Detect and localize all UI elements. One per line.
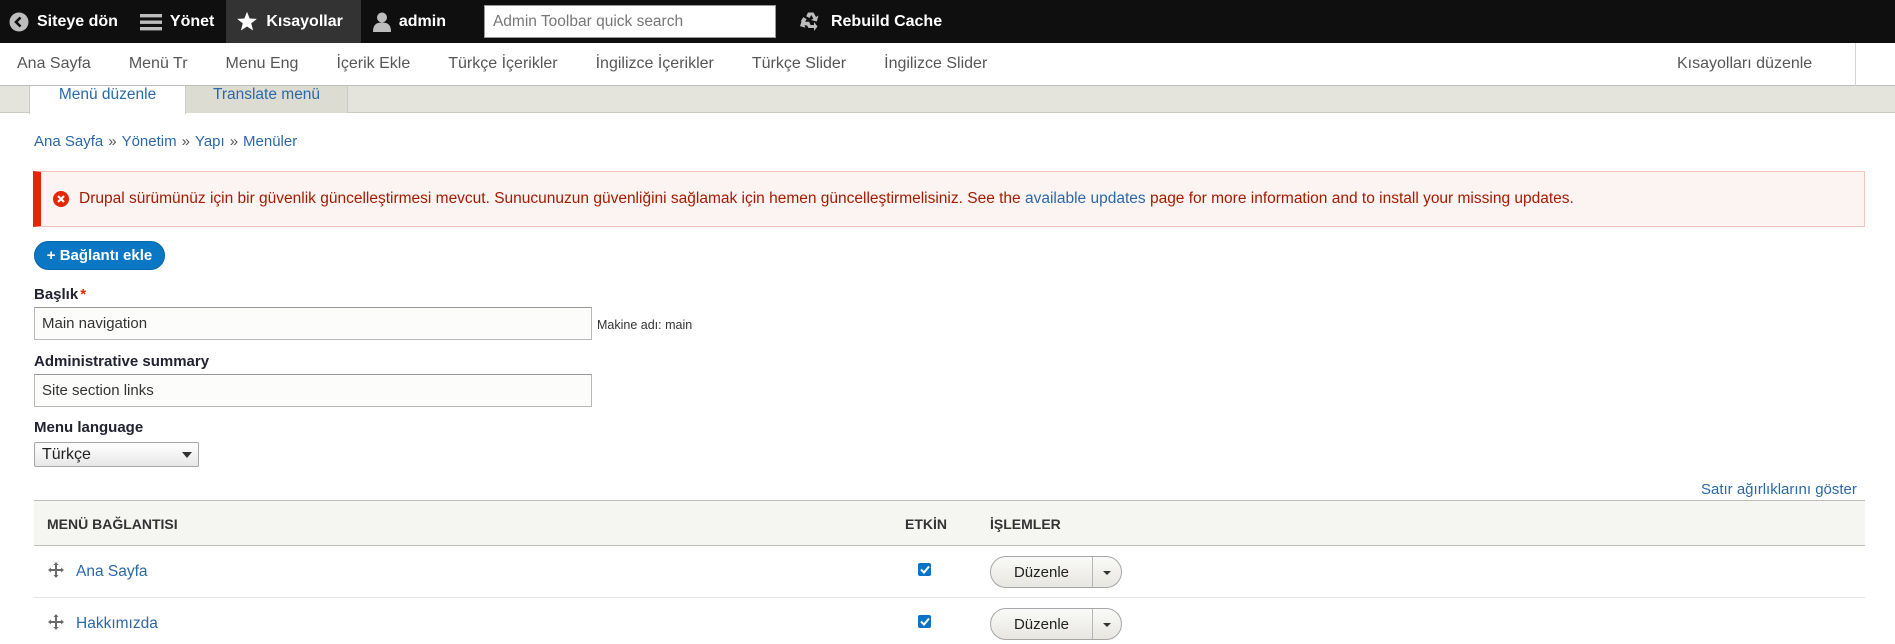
- shortcut-ingilizce-slider[interactable]: İngilizce Slider: [884, 55, 987, 73]
- menu-links-table: MENÜ BAĞLANTISI ETKİN İŞLEMLER Ana Sayfa…: [34, 500, 1865, 644]
- language-select[interactable]: Türkçe: [34, 442, 199, 467]
- shortcut-ingilizce-icerikler[interactable]: İngilizce İçerikler: [596, 55, 714, 73]
- error-message: Drupal sürümünüz için bir güvenlik günce…: [33, 171, 1865, 227]
- language-select-value: Türkçe: [42, 445, 91, 463]
- shortcut-icerik-ekle[interactable]: İçerik Ekle: [336, 55, 410, 73]
- shortcuts-label: Kısayollar: [266, 12, 343, 30]
- breadcrumb-home[interactable]: Ana Sayfa: [34, 133, 103, 150]
- tab-edit-menu[interactable]: Menü düzenle: [29, 86, 186, 114]
- breadcrumb-separator: »: [181, 133, 190, 150]
- menu-link-title[interactable]: Hakkımızda: [76, 615, 158, 633]
- dropbutton-toggle[interactable]: [1093, 609, 1121, 639]
- summary-input[interactable]: [34, 374, 592, 407]
- available-updates-link[interactable]: available updates: [1025, 190, 1146, 207]
- add-link-button[interactable]: + Bağlantı ekle: [34, 241, 165, 270]
- machine-name: Makine adı: main: [597, 318, 693, 332]
- back-to-site-label: Siteye dön: [37, 12, 118, 30]
- admin-toolbar: Siteye dön Yönet Kısayollar admin Rebuil…: [0, 0, 1895, 43]
- shortcut-menu-eng[interactable]: Menu Eng: [226, 55, 299, 73]
- error-message-text: Drupal sürümünüz için bir güvenlik günce…: [79, 190, 1574, 208]
- dropbutton-toggle[interactable]: [1093, 557, 1121, 587]
- enabled-checkbox[interactable]: [918, 563, 931, 576]
- language-label: Menu language: [34, 419, 144, 436]
- edit-shortcuts-link[interactable]: Kısayolları düzenle: [1677, 55, 1812, 73]
- title-label-text: Başlık: [34, 286, 79, 303]
- hamburger-icon: [139, 13, 162, 30]
- breadcrumb-separator: »: [108, 133, 117, 150]
- user-icon: [372, 12, 391, 32]
- shortcuts-button[interactable]: Kısayollar: [226, 0, 361, 43]
- breadcrumb-separator: »: [229, 133, 239, 150]
- edit-button[interactable]: Düzenle: [991, 609, 1093, 639]
- checkmark-icon: [919, 617, 930, 626]
- operations-dropbutton: Düzenle: [990, 608, 1122, 640]
- user-label: admin: [398, 12, 446, 30]
- column-header-menu-link: MENÜ BAĞLANTISI: [47, 516, 178, 532]
- manage-label: Yönet: [169, 12, 215, 30]
- column-header-operations: İŞLEMLER: [990, 516, 1061, 532]
- operations-dropbutton: Düzenle: [990, 556, 1122, 588]
- user-button[interactable]: admin: [361, 0, 458, 43]
- tray-divider: [1855, 43, 1856, 86]
- star-icon: [237, 11, 258, 31]
- shortcut-menu-tr[interactable]: Menü Tr: [129, 55, 188, 73]
- shortcut-turkce-slider[interactable]: Türkçe Slider: [752, 55, 846, 73]
- shortcuts-tray: Ana Sayfa Menü Tr Menu Eng İçerik Ekle T…: [0, 43, 1895, 86]
- column-header-enabled: ETKİN: [905, 516, 947, 532]
- summary-label: Administrative summary: [34, 353, 210, 370]
- title-input[interactable]: [34, 307, 592, 340]
- toolbar-search-input[interactable]: [483, 5, 776, 38]
- primary-tabs: Menü düzenle Translate menü: [0, 86, 1895, 114]
- table-header: MENÜ BAĞLANTISI ETKİN İŞLEMLER: [34, 500, 1865, 546]
- enabled-checkbox[interactable]: [918, 615, 931, 628]
- shortcut-ana-sayfa[interactable]: Ana Sayfa: [17, 55, 91, 73]
- shortcut-turkce-icerikler[interactable]: Türkçe İçerikler: [448, 55, 557, 73]
- manage-button[interactable]: Yönet: [130, 0, 226, 43]
- drag-handle-icon[interactable]: [48, 562, 64, 578]
- back-to-site-button[interactable]: Siteye dön: [0, 0, 130, 43]
- error-message-text-before: Drupal sürümünüz için bir güvenlik günce…: [79, 190, 1025, 207]
- breadcrumb-menus[interactable]: Menüler: [243, 133, 297, 150]
- rebuild-cache-label: Rebuild Cache: [830, 12, 943, 30]
- required-marker: *: [80, 286, 87, 303]
- drag-handle-icon[interactable]: [48, 614, 64, 630]
- table-row: Ana Sayfa Düzenle: [34, 546, 1865, 598]
- show-row-weights-link[interactable]: Satır ağırlıklarını göster: [1701, 481, 1857, 498]
- chevron-down-icon: [182, 452, 192, 458]
- edit-button[interactable]: Düzenle: [991, 557, 1093, 587]
- back-circle-icon: [9, 12, 29, 31]
- breadcrumb-structure[interactable]: Yapı: [195, 133, 225, 150]
- recycle-icon: [799, 12, 819, 31]
- tab-translate-menu[interactable]: Translate menü: [186, 86, 348, 113]
- error-icon: [53, 191, 69, 207]
- rebuild-cache-button[interactable]: Rebuild Cache: [790, 0, 954, 43]
- table-row: Hakkımızda Düzenle: [34, 598, 1865, 644]
- breadcrumb: Ana Sayfa» Yönetim» Yapı» Menüler: [34, 133, 297, 150]
- title-label: Başlık *: [34, 286, 86, 303]
- checkmark-icon: [919, 565, 930, 574]
- menu-link-title[interactable]: Ana Sayfa: [76, 563, 148, 581]
- breadcrumb-admin[interactable]: Yönetim: [122, 133, 177, 150]
- error-message-text-after: page for more information and to install…: [1145, 190, 1574, 207]
